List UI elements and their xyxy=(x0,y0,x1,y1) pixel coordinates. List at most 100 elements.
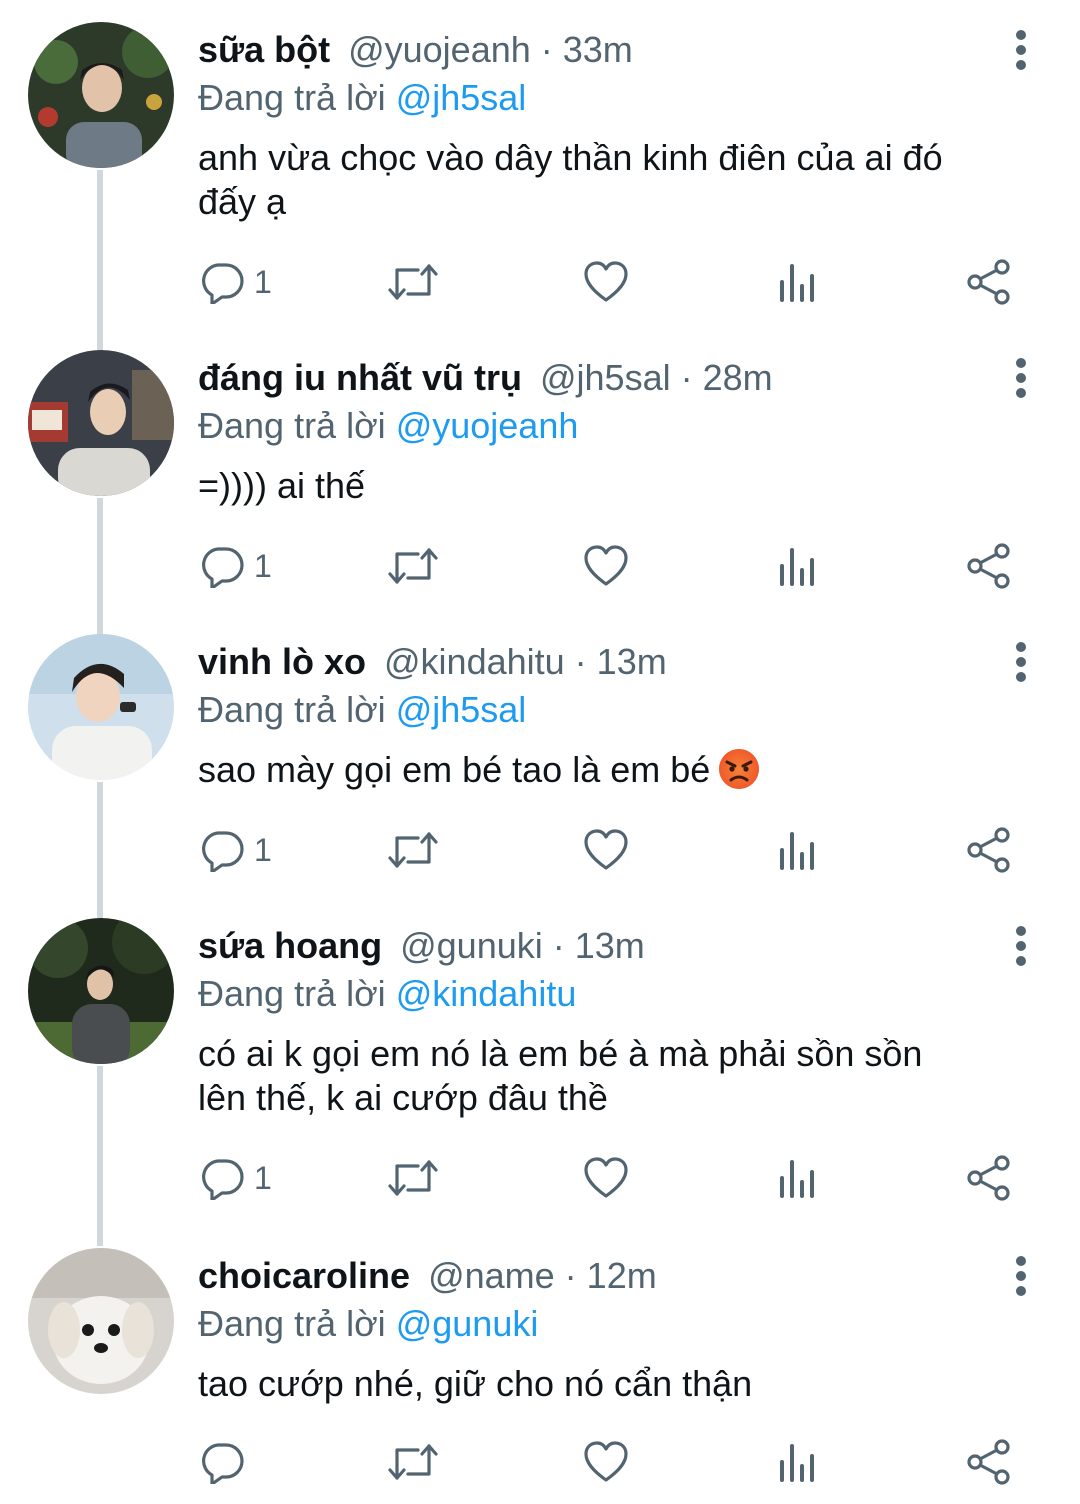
tweet-2[interactable]: đáng iu nhất vũ trụ @jh5sal · 28m Đang t… xyxy=(0,350,1080,638)
username[interactable]: @gunuki xyxy=(400,922,543,970)
thread-line xyxy=(97,1066,103,1246)
avatar[interactable] xyxy=(28,22,174,168)
replying-to-mention[interactable]: @kindahitu xyxy=(396,973,577,1014)
avatar[interactable] xyxy=(28,918,174,1064)
more-options-icon[interactable] xyxy=(1004,638,1038,686)
share-button[interactable] xyxy=(966,254,1012,310)
like-icon xyxy=(584,261,628,302)
like-button[interactable] xyxy=(584,822,628,878)
separator: · xyxy=(540,29,553,70)
tweet-text-line: sao mày gọi em bé tao là em bé xyxy=(198,748,1038,792)
timestamp[interactable]: 12m xyxy=(587,1252,657,1300)
display-name[interactable]: sữa bột xyxy=(198,26,330,74)
like-button[interactable] xyxy=(584,538,628,594)
replying-to-label: Đang trả lời xyxy=(198,1303,386,1344)
username[interactable]: @name xyxy=(428,1252,555,1300)
more-options-icon[interactable] xyxy=(1004,922,1038,970)
more-options-icon[interactable] xyxy=(1004,1252,1038,1300)
retweet-button[interactable] xyxy=(388,254,438,310)
share-button[interactable] xyxy=(966,1434,1012,1490)
retweet-icon xyxy=(388,1444,438,1480)
tweet-header: choicaroline @name · 12m xyxy=(198,1252,657,1300)
avatar[interactable] xyxy=(28,1248,174,1394)
retweet-button[interactable] xyxy=(388,1434,438,1490)
like-button[interactable] xyxy=(584,254,628,310)
more-options-icon[interactable] xyxy=(1004,26,1038,74)
like-button[interactable] xyxy=(584,1434,628,1490)
tweet-text-line: có ai k gọi em nó là em bé à mà phải sồn… xyxy=(198,1033,923,1074)
tweet-text-content: sao mày gọi em bé tao là em bé xyxy=(198,749,711,790)
tweet-header: đáng iu nhất vũ trụ @jh5sal · 28m xyxy=(198,354,773,402)
retweet-button[interactable] xyxy=(388,822,438,878)
replying-to-mention[interactable]: @gunuki xyxy=(396,1303,539,1344)
tweet-5[interactable]: choicaroline @name · 12m Đang trả lời @g… xyxy=(0,1248,1080,1504)
reply-button[interactable]: 1 xyxy=(200,538,272,594)
replying-to-mention[interactable]: @yuojeanh xyxy=(396,405,579,446)
display-name[interactable]: sứa hoang xyxy=(198,922,382,970)
avatar[interactable] xyxy=(28,634,174,780)
tweet-header: vinh lò xo @kindahitu · 13m xyxy=(198,638,667,686)
views-button[interactable] xyxy=(778,822,818,878)
views-button[interactable] xyxy=(778,1150,818,1206)
angry-face-emoji xyxy=(719,749,760,789)
share-icon xyxy=(967,827,1010,873)
reply-button[interactable]: 1 xyxy=(200,822,272,878)
replying-to-label: Đang trả lời xyxy=(198,77,386,118)
views-icon xyxy=(780,1160,814,1198)
more-options-icon[interactable] xyxy=(1004,354,1038,402)
username[interactable]: @kindahitu xyxy=(384,638,565,686)
replying-to: Đang trả lời @kindahitu xyxy=(198,970,576,1018)
avatar-photo xyxy=(28,1248,174,1394)
views-button[interactable] xyxy=(778,1434,818,1490)
tweet-header: sữa bột @yuojeanh · 33m xyxy=(198,26,633,74)
tweet-text-line: anh vừa chọc vào dây thần kinh điên của … xyxy=(198,137,943,178)
reply-count: 1 xyxy=(254,263,272,300)
tweet-3[interactable]: vinh lò xo @kindahitu · 13m Đang trả lời… xyxy=(0,634,1080,918)
retweet-button[interactable] xyxy=(388,538,438,594)
replying-to-mention[interactable]: @jh5sal xyxy=(396,77,527,118)
thread-line xyxy=(97,170,103,360)
timestamp[interactable]: 33m xyxy=(563,26,633,74)
replying-to-label: Đang trả lời xyxy=(198,405,386,446)
thread-line xyxy=(97,498,103,638)
timestamp[interactable]: 13m xyxy=(575,922,645,970)
tweet-4[interactable]: sứa hoang @gunuki · 13m Đang trả lời @ki… xyxy=(0,918,1080,1246)
share-button[interactable] xyxy=(966,1150,1012,1206)
reply-button[interactable] xyxy=(200,1434,254,1490)
like-button[interactable] xyxy=(584,1150,628,1206)
tweet-actions: 1 xyxy=(198,822,1028,878)
separator: · xyxy=(574,641,587,682)
display-name[interactable]: choicaroline xyxy=(198,1252,410,1300)
avatar-photo xyxy=(28,918,174,1064)
views-button[interactable] xyxy=(778,538,818,594)
share-icon xyxy=(967,259,1010,305)
tweet-text: sao mày gọi em bé tao là em bé xyxy=(198,748,1038,792)
replying-to: Đang trả lời @gunuki xyxy=(198,1300,538,1348)
reply-icon xyxy=(202,831,244,872)
reply-count: 1 xyxy=(254,1159,272,1196)
share-icon xyxy=(967,543,1010,589)
views-icon xyxy=(780,832,814,870)
replying-to-label: Đang trả lời xyxy=(198,973,386,1014)
timestamp[interactable]: 13m xyxy=(597,638,667,686)
username[interactable]: @jh5sal xyxy=(540,354,671,402)
retweet-button[interactable] xyxy=(388,1150,438,1206)
avatar-photo xyxy=(28,350,174,496)
share-button[interactable] xyxy=(966,822,1012,878)
reply-icon xyxy=(202,1159,244,1200)
views-button[interactable] xyxy=(778,254,818,310)
reply-button[interactable]: 1 xyxy=(200,254,272,310)
timestamp[interactable]: 28m xyxy=(703,354,773,402)
username[interactable]: @yuojeanh xyxy=(348,26,531,74)
reply-button[interactable]: 1 xyxy=(200,1150,272,1206)
avatar-photo xyxy=(28,22,174,168)
avatar[interactable] xyxy=(28,350,174,496)
tweet-1[interactable]: sữa bột @yuojeanh · 33m Đang trả lời @jh… xyxy=(0,22,1080,360)
tweet-text: anh vừa chọc vào dây thần kinh điên của … xyxy=(198,136,1038,224)
replying-to-mention[interactable]: @jh5sal xyxy=(396,689,527,730)
share-icon xyxy=(967,1439,1010,1485)
display-name[interactable]: vinh lò xo xyxy=(198,638,366,686)
share-button[interactable] xyxy=(966,538,1012,594)
tweet-text: tao cướp nhé, giữ cho nó cẩn thận xyxy=(198,1362,1038,1406)
display-name[interactable]: đáng iu nhất vũ trụ xyxy=(198,354,522,402)
